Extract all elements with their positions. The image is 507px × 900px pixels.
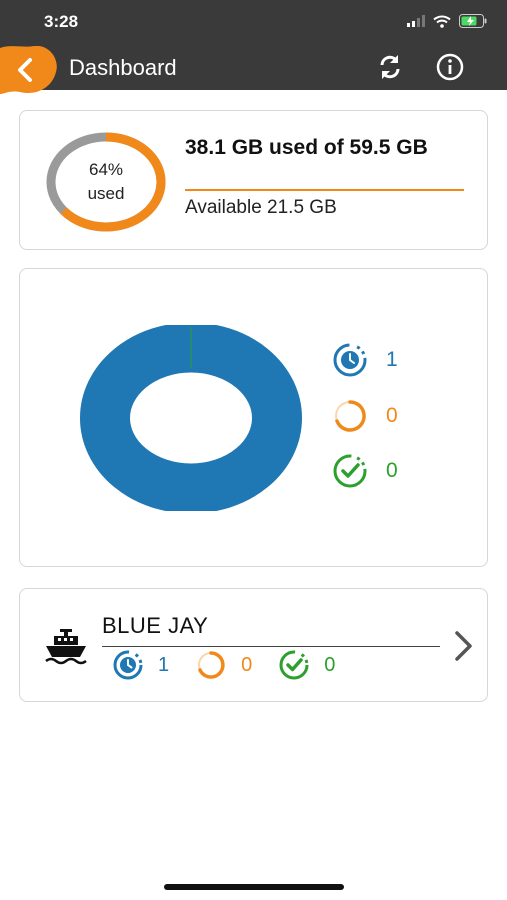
vessel-divider — [102, 646, 440, 647]
chevron-right-icon[interactable] — [452, 629, 476, 663]
vessel-pending-count: 1 — [158, 653, 170, 676]
wifi-icon — [433, 15, 451, 28]
vessel-name: BLUE JAY — [102, 613, 209, 638]
legend-in-progress: 0 — [332, 398, 398, 434]
info-icon — [436, 53, 464, 81]
storage-divider — [185, 189, 464, 191]
legend-completed-count: 0 — [386, 459, 398, 482]
legend-in-progress-count: 0 — [386, 404, 398, 427]
sync-icon — [380, 55, 400, 79]
status-icons — [407, 14, 487, 28]
legend-completed: 0 — [332, 453, 398, 489]
clock-icon — [113, 650, 143, 680]
vessel-in-progress-count: 0 — [241, 653, 253, 676]
progress-icon — [198, 651, 225, 679]
vessel-stat-completed: 0 — [278, 649, 335, 681]
home-indicator — [164, 884, 344, 890]
legend-pending-count: 1 — [386, 348, 398, 371]
app-bar: Dashboard — [0, 40, 507, 94]
donut-slice-pending — [80, 325, 302, 511]
ship-icon — [45, 629, 87, 665]
clock-icon — [333, 343, 367, 377]
progress-icon — [335, 400, 366, 432]
storage-ring-label: 64% used — [45, 158, 167, 206]
back-button[interactable] — [0, 45, 58, 96]
vessel-card[interactable]: BLUE JAY 1 0 0 — [19, 588, 488, 702]
page-title: Dashboard — [69, 55, 177, 80]
vessel-completed-count: 0 — [324, 653, 336, 676]
vessel-stats: 1 0 0 — [112, 649, 361, 681]
storage-used-text: 38.1 GB used of 59.5 GB — [185, 136, 428, 159]
vessel-stat-in-progress: 0 — [195, 649, 252, 681]
vessel-stat-pending: 1 — [112, 649, 169, 681]
storage-card: 64% used 38.1 GB used of 59.5 GB Availab… — [19, 110, 488, 250]
storage-percent: 64% — [88, 160, 124, 179]
storage-available-text: Available 21.5 GB — [185, 197, 337, 218]
storage-used-label: used — [87, 184, 125, 203]
status-donut-chart — [80, 325, 302, 511]
sync-button[interactable] — [374, 51, 406, 83]
signal-icon — [407, 15, 425, 27]
battery-icon — [459, 14, 487, 28]
check-icon — [279, 650, 309, 680]
summary-chart-card: 1 0 0 — [19, 268, 488, 567]
back-icon — [0, 45, 57, 94]
legend-pending: 1 — [332, 342, 398, 378]
status-bar: 3:28 — [0, 0, 507, 40]
info-button[interactable] — [434, 51, 466, 83]
status-time: 3:28 — [44, 12, 79, 31]
check-icon — [333, 454, 367, 488]
